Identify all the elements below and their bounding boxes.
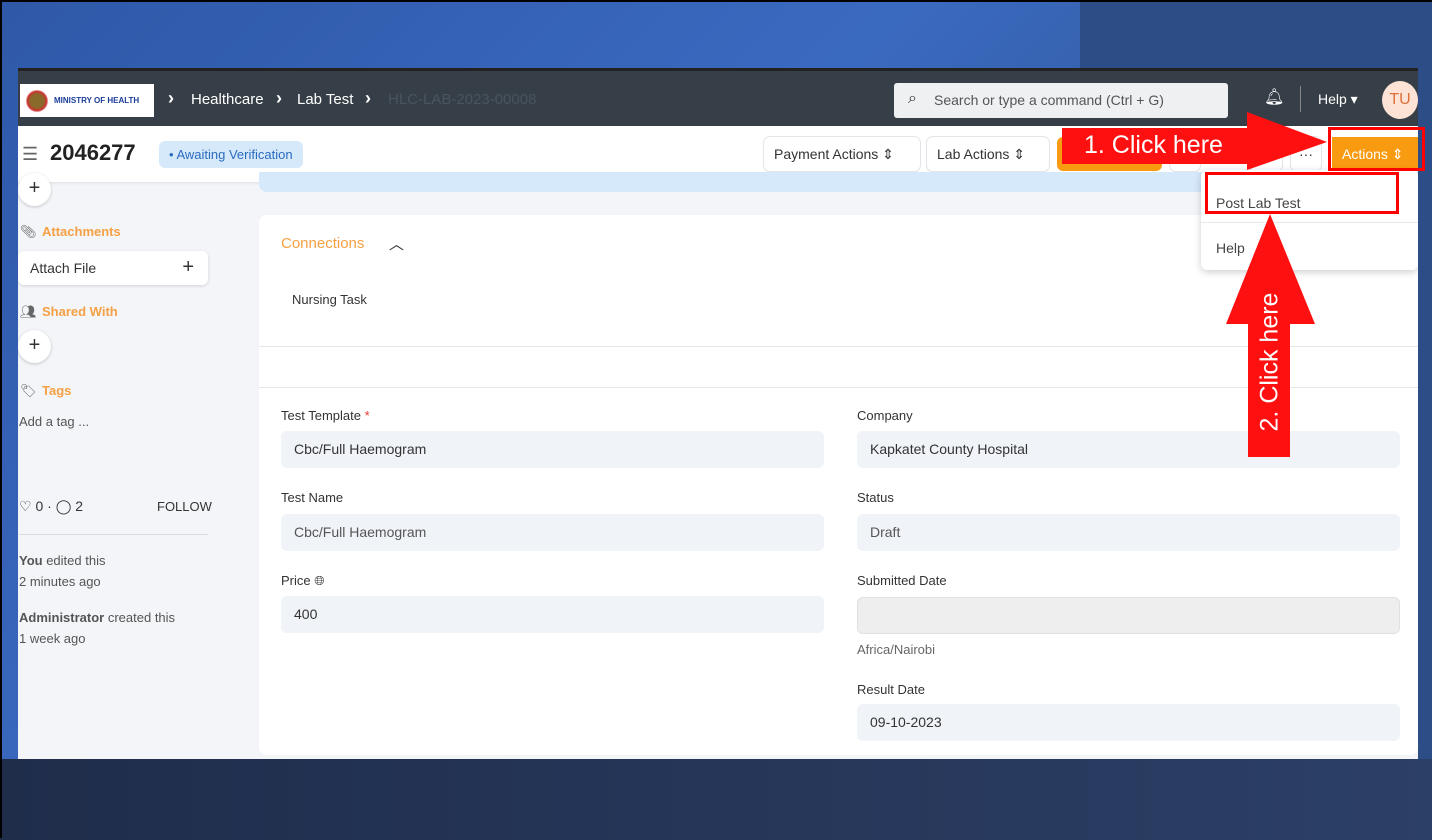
highlight-post-lab-test bbox=[1205, 172, 1399, 214]
annotation-step1: 1. Click here bbox=[1084, 131, 1223, 159]
highlight-actions-button bbox=[1328, 127, 1425, 171]
annotation-step2: 2. Click here bbox=[1255, 292, 1284, 432]
annotation-overlay bbox=[1062, 112, 1327, 457]
